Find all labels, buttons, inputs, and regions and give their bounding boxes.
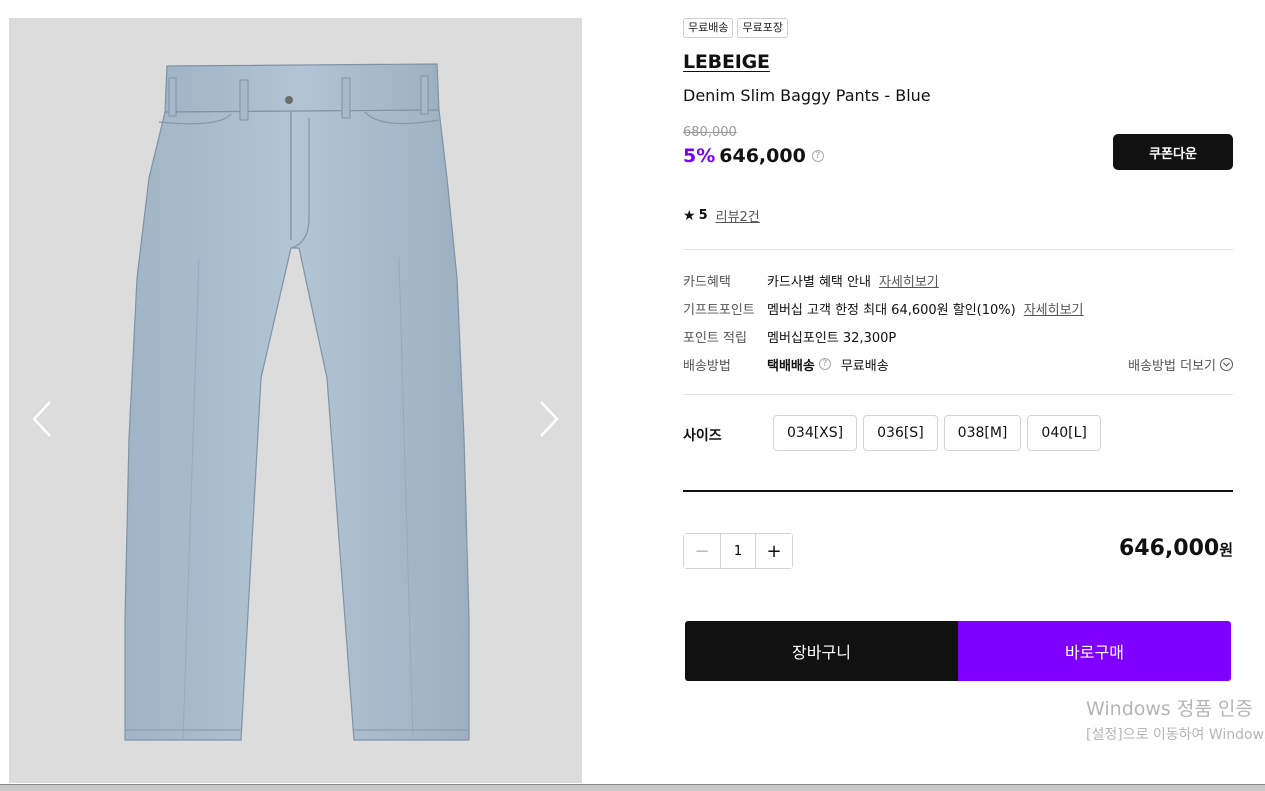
gift-point-row: 기프트포인트 멤버십 고객 한정 최대 64,600원 할인(10%) 자세히보… — [683, 298, 1233, 318]
gift-point-detail-link[interactable]: 자세히보기 — [1024, 299, 1084, 318]
shipping-help-icon[interactable]: ? — [818, 358, 831, 370]
quantity-decrease-button[interactable]: − — [684, 534, 720, 568]
rating-score: 5 — [698, 208, 708, 223]
rating-row: ★ 5 리뷰2건 — [683, 206, 760, 226]
chevron-left-icon — [32, 401, 51, 437]
divider — [683, 394, 1233, 395]
card-benefit-detail-link[interactable]: 자세히보기 — [879, 271, 939, 290]
product-image-gallery — [9, 18, 582, 783]
shipping-row: 배송방법 택배배송 ? 무료배송 배송방법 더보기 — [683, 354, 1233, 374]
size-option-l[interactable]: 040[L] — [1027, 415, 1101, 451]
shipping-label: 배송방법 — [683, 358, 731, 374]
quantity-increase-button[interactable]: + — [756, 534, 792, 568]
quantity-stepper: − + — [683, 533, 793, 569]
coupon-download-button[interactable]: 쿠폰다운 — [1113, 134, 1233, 170]
card-benefit-row: 카드혜택 카드사별 혜택 안내 자세히보기 — [683, 270, 1233, 290]
shipping-more-label: 배송방법 더보기 — [1128, 358, 1216, 374]
review-count-link[interactable]: 리뷰2건 — [716, 206, 760, 225]
card-benefit-value: 카드사별 혜택 안내 — [767, 274, 871, 290]
chevron-down-icon — [1220, 357, 1233, 371]
card-benefit-label: 카드혜택 — [683, 274, 731, 290]
size-option-list: 034[XS] 036[S] 038[M] 040[L] — [773, 415, 1101, 451]
divider — [683, 249, 1233, 250]
shipping-more-button[interactable]: 배송방법 더보기 — [1128, 355, 1233, 374]
purchase-actions: 장바구니 바로구매 — [685, 621, 1231, 681]
total-price: 646,000 원 — [1119, 536, 1233, 561]
total-amount: 646,000 — [1118, 536, 1220, 561]
point-label: 포인트 적립 — [683, 330, 747, 346]
point-row: 포인트 적립 멤버십포인트 32,300P — [683, 326, 1233, 346]
discount-rate: 5% — [683, 145, 716, 167]
gift-point-value: 멤버십 고객 한정 최대 64,600원 할인(10%) — [767, 302, 1016, 318]
total-currency: 원 — [1219, 541, 1233, 559]
original-price: 680,000 — [683, 125, 737, 140]
add-to-cart-button[interactable]: 장바구니 — [685, 621, 958, 681]
prev-image-button[interactable] — [27, 396, 57, 442]
price-help-icon[interactable]: ? — [811, 150, 824, 162]
star-icon: ★ — [683, 207, 696, 224]
free-shipping-badge: 무료배송 — [683, 18, 734, 38]
product-title: Denim Slim Baggy Pants - Blue — [683, 86, 931, 105]
size-option-s[interactable]: 036[S] — [863, 415, 938, 451]
free-wrapping-badge: 무료포장 — [737, 18, 788, 38]
product-info-panel: 무료배송 무료포장 LEBEIGE Denim Slim Baggy Pants… — [683, 0, 1233, 790]
shipping-method: 택배배송 — [767, 358, 815, 374]
point-value: 멤버십포인트 32,300P — [767, 330, 897, 346]
quantity-input[interactable] — [720, 534, 756, 568]
brand-link[interactable]: LEBEIGE — [683, 51, 770, 73]
product-image — [124, 63, 470, 741]
sale-price: 646,000 — [719, 145, 806, 167]
chevron-right-icon — [540, 401, 559, 437]
size-option-m[interactable]: 038[M] — [943, 415, 1022, 451]
size-option-xs[interactable]: 034[XS] — [773, 415, 858, 451]
gift-point-label: 기프트포인트 — [683, 302, 755, 318]
size-label: 사이즈 — [683, 428, 722, 444]
badge-list: 무료배송 무료포장 — [683, 18, 788, 38]
price-row: 5% 646,000 ? — [683, 145, 824, 167]
buy-now-button[interactable]: 바로구매 — [958, 621, 1231, 681]
next-image-button[interactable] — [534, 396, 564, 442]
divider — [683, 490, 1233, 492]
shipping-fee: 무료배송 — [840, 358, 889, 374]
